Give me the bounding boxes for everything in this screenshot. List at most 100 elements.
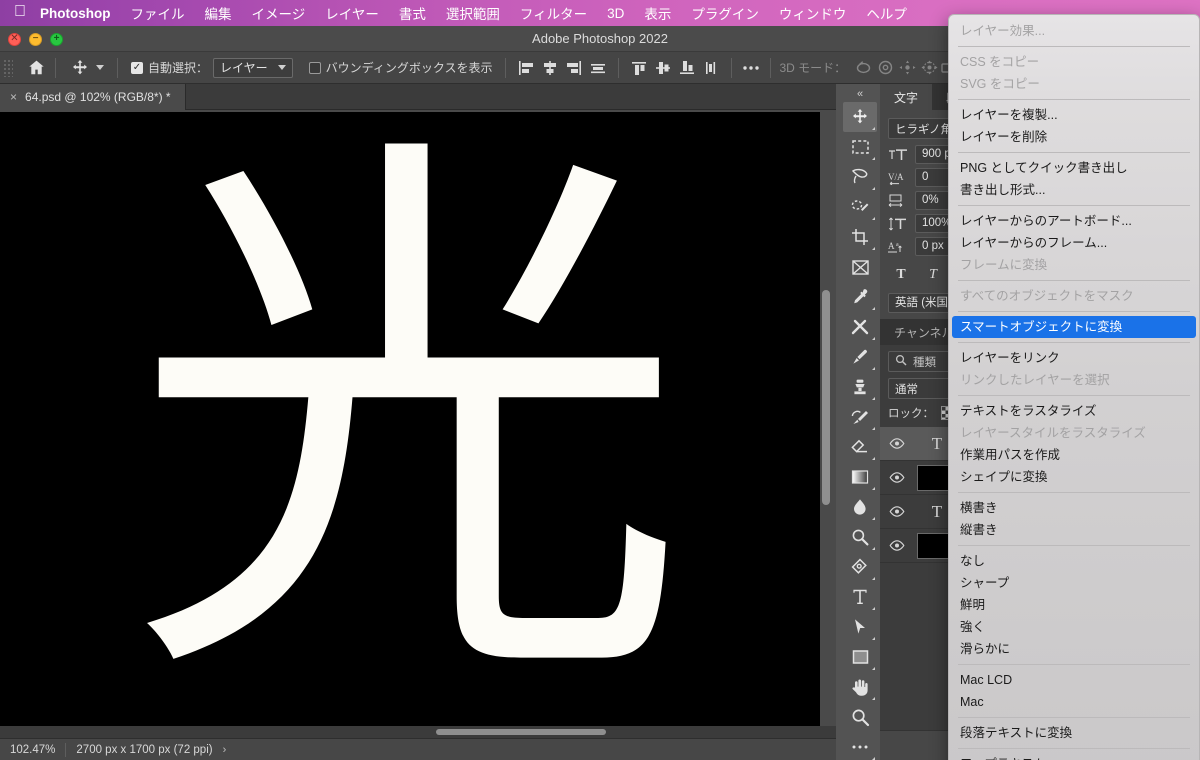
tool-eyedropper[interactable] (843, 282, 877, 312)
tool-healing-brush[interactable] (843, 312, 877, 342)
menu-item[interactable]: シェイプに変換 (949, 466, 1199, 488)
auto-select-checkbox[interactable] (131, 61, 143, 74)
tool-gradient[interactable] (843, 462, 877, 492)
options-bar-grip[interactable] (3, 58, 13, 77)
auto-select-option[interactable]: 自動選択： レイヤー (126, 57, 298, 78)
more-options-icon[interactable] (740, 57, 762, 79)
tool-blur[interactable] (843, 492, 877, 522)
tool-eraser[interactable] (843, 432, 877, 462)
menu-item[interactable]: なし (949, 550, 1199, 572)
home-icon[interactable] (25, 57, 47, 79)
zoom-button[interactable]: + (50, 32, 63, 46)
tool-hand[interactable] (843, 672, 877, 702)
menu-item[interactable]: 書き出し形式... (949, 179, 1199, 201)
tool-frame[interactable] (843, 252, 877, 282)
roll-3d-icon[interactable] (874, 57, 896, 79)
menu-item[interactable]: 強く (949, 616, 1199, 638)
tool-rectangle[interactable] (843, 642, 877, 672)
align-vertical-centers-icon[interactable] (651, 57, 675, 79)
layer-visibility-icon[interactable] (880, 540, 914, 551)
tool-type[interactable] (843, 582, 877, 612)
tool-edit-toolbar[interactable] (843, 732, 877, 760)
menu-item[interactable]: 段落テキストに変換 (949, 722, 1199, 744)
menu-item[interactable]: レイヤーからのフレーム... (949, 232, 1199, 254)
menu-window[interactable]: ウィンドウ (769, 3, 857, 23)
bounding-box-option[interactable]: バウンディングボックスを表示 (304, 59, 498, 76)
menu-item[interactable]: レイヤーを複製... (949, 104, 1199, 126)
tool-lasso[interactable] (843, 162, 877, 192)
canvas-horizontal-scrollbar[interactable] (0, 726, 836, 738)
menu-item[interactable]: スマートオブジェクトに変換 (952, 316, 1196, 338)
scrollbar-thumb[interactable] (822, 290, 830, 505)
menu-item[interactable]: 作業用パスを作成 (949, 444, 1199, 466)
menu-app-name[interactable]: Photoshop (40, 6, 121, 21)
tool-brush[interactable] (843, 342, 877, 372)
menu-select[interactable]: 選択範囲 (436, 3, 510, 23)
distribute-horizontal-icon[interactable] (586, 57, 610, 79)
tool-move[interactable] (843, 102, 877, 132)
menu-filter[interactable]: フィルター (510, 3, 597, 23)
menu-item[interactable]: テキストをラスタライズ (949, 400, 1199, 422)
align-horizontal-centers-icon[interactable] (538, 57, 562, 79)
document-tab[interactable]: × 64.psd @ 102% (RGB/8*) * (0, 84, 186, 110)
menu-file[interactable]: ファイル (121, 3, 195, 23)
chevron-down-icon[interactable] (96, 65, 104, 70)
menu-image[interactable]: イメージ (242, 3, 316, 23)
menu-item[interactable]: Mac (949, 691, 1199, 713)
tool-pen[interactable] (843, 552, 877, 582)
tool-clone-stamp[interactable] (843, 372, 877, 402)
layer-visibility-icon[interactable] (880, 472, 914, 483)
minimize-button[interactable]: − (29, 32, 42, 46)
menu-item[interactable]: レイヤーを削除 (949, 126, 1199, 148)
close-icon[interactable]: × (10, 90, 17, 104)
menu-edit[interactable]: 編集 (195, 3, 242, 23)
align-top-edges-icon[interactable] (627, 57, 651, 79)
menu-item[interactable]: 縦書き (949, 519, 1199, 541)
collapse-panel-icon[interactable]: « (840, 86, 880, 102)
tool-path-selection[interactable] (843, 612, 877, 642)
tool-dodge[interactable] (843, 522, 877, 552)
align-left-edges-icon[interactable] (514, 57, 538, 79)
zoom-level[interactable]: 102.47% (0, 744, 65, 756)
canvas-vertical-scrollbar[interactable] (820, 110, 832, 738)
distribute-vertical-icon[interactable] (699, 57, 723, 79)
status-expand-icon[interactable]: › (223, 744, 227, 756)
tab-character[interactable]: 文字 (880, 84, 933, 110)
align-right-edges-icon[interactable] (562, 57, 586, 79)
align-bottom-edges-icon[interactable] (675, 57, 699, 79)
tool-object-selection[interactable] (843, 192, 877, 222)
move-tool-button[interactable] (64, 57, 109, 79)
menu-layer[interactable]: レイヤー (315, 3, 389, 23)
auto-select-dropdown[interactable]: レイヤー (213, 57, 293, 78)
rotate-3d-icon[interactable] (852, 57, 874, 79)
menu-item[interactable]: Mac LCD (949, 669, 1199, 691)
menu-3d[interactable]: 3D (597, 6, 634, 21)
close-button[interactable]: ✕ (8, 32, 21, 46)
tool-crop[interactable] (843, 222, 877, 252)
layer-visibility-icon[interactable] (880, 438, 914, 449)
menu-plugins[interactable]: プラグイン (681, 3, 769, 23)
slide-3d-icon[interactable] (918, 57, 940, 79)
tool-zoom[interactable] (843, 702, 877, 732)
image-canvas[interactable]: 光 (0, 112, 820, 736)
apple-logo-icon[interactable]:  (14, 4, 26, 20)
menu-help[interactable]: ヘルプ (856, 3, 917, 23)
menu-item[interactable]: ワープテキスト... (949, 753, 1199, 760)
scrollbar-thumb[interactable] (436, 729, 606, 735)
tool-history-brush[interactable] (843, 402, 877, 432)
menu-view[interactable]: 表示 (634, 3, 681, 23)
bounding-box-checkbox[interactable] (308, 61, 321, 74)
menu-item[interactable]: 横書き (949, 497, 1199, 519)
menu-item[interactable]: レイヤーをリンク (949, 347, 1199, 369)
menu-item[interactable]: 滑らかに (949, 638, 1199, 660)
faux-bold-icon[interactable]: T (890, 265, 912, 285)
faux-italic-icon[interactable]: T (922, 265, 944, 285)
menu-item[interactable]: シャープ (949, 572, 1199, 594)
menu-item[interactable]: PNG としてクイック書き出し (949, 157, 1199, 179)
menu-item[interactable]: レイヤーからのアートボード... (949, 210, 1199, 232)
layer-visibility-icon[interactable] (880, 506, 914, 517)
layer-context-menu[interactable]: レイヤー効果... CSS をコピー SVG をコピー レイヤーを複製... レイヤーを… (948, 14, 1200, 760)
menu-type[interactable]: 書式 (389, 3, 436, 23)
pan-3d-icon[interactable] (896, 57, 918, 79)
menu-item[interactable]: 鮮明 (949, 594, 1199, 616)
